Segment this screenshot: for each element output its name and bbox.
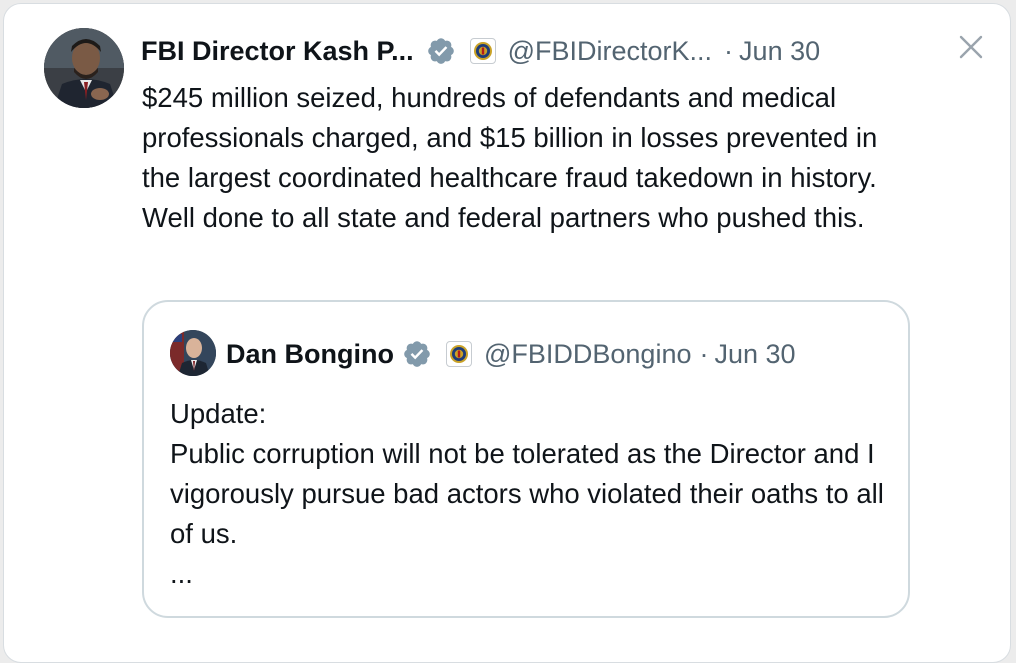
fbi-seal-icon[interactable] bbox=[445, 341, 472, 367]
tweet-date[interactable]: Jun 30 bbox=[739, 36, 820, 67]
author-handle[interactable]: @FBIDirectorK... bbox=[508, 36, 712, 67]
tweet-text: $245 million seized, hundreds of defenda… bbox=[142, 82, 878, 233]
author-avatar[interactable] bbox=[44, 28, 124, 108]
quoted-author-name[interactable]: Dan Bongino bbox=[226, 339, 394, 370]
verified-badge-icon[interactable] bbox=[426, 36, 456, 66]
quoted-tweet[interactable]: Dan Bongino @FBIDDBongino · Jun 30 Updat… bbox=[142, 300, 910, 618]
quoted-header-separator: · bbox=[699, 338, 709, 369]
quoted-author-avatar[interactable] bbox=[170, 330, 216, 376]
quoted-line-update: Update: bbox=[170, 398, 267, 429]
author-name[interactable]: FBI Director Kash P... bbox=[141, 36, 414, 67]
quoted-line-ellipsis[interactable]: ... bbox=[170, 554, 890, 594]
header-separator: · bbox=[724, 35, 734, 66]
quoted-line-body: Public corruption will not be tolerated … bbox=[170, 438, 884, 549]
tweet-header: FBI Director Kash P... @FBIDirectorK... … bbox=[141, 31, 820, 71]
close-icon[interactable] bbox=[956, 32, 986, 62]
verified-badge-icon[interactable] bbox=[402, 339, 432, 369]
fbi-seal-icon[interactable] bbox=[469, 38, 496, 64]
quoted-tweet-date[interactable]: Jun 30 bbox=[714, 339, 795, 370]
quoted-author-handle[interactable]: @FBIDDBongino bbox=[484, 339, 692, 370]
quoted-tweet-text: Update: Public corruption will not be to… bbox=[170, 394, 890, 594]
tweet-card: FBI Director Kash P... @FBIDirectorK... … bbox=[3, 3, 1011, 663]
quoted-tweet-header: Dan Bongino @FBIDDBongino · Jun 30 bbox=[226, 334, 796, 374]
